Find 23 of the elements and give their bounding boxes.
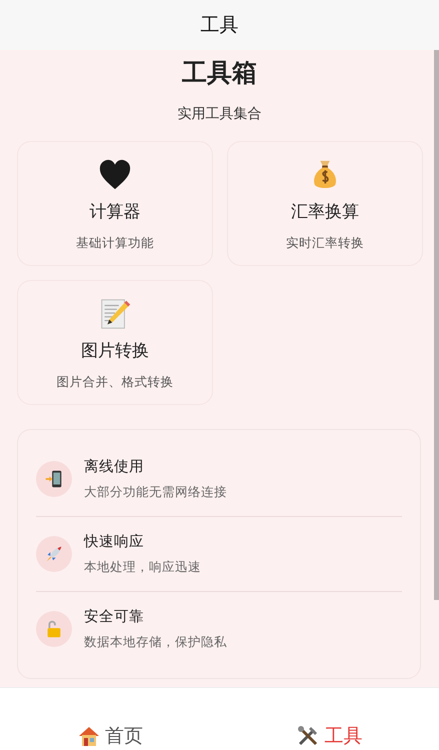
tool-title: 汇率换算 bbox=[291, 201, 359, 223]
toolbox-subtitle: 实用工具集合 bbox=[176, 105, 262, 123]
scrollbar[interactable] bbox=[434, 50, 439, 600]
tool-description: 基础计算功能 bbox=[76, 235, 154, 252]
feature-description: 本地处理，响应迅速 bbox=[84, 559, 201, 576]
feature-description: 数据本地存储，保护隐私 bbox=[84, 634, 227, 651]
tab[interactable]: 首页 bbox=[0, 723, 220, 750]
tool-title: 图片转换 bbox=[81, 340, 149, 362]
feature-description: 大部分功能无需网络连接 bbox=[84, 484, 227, 501]
tool-card[interactable]: 计算器 基础计算功能 bbox=[17, 141, 213, 266]
heart-icon bbox=[98, 158, 132, 192]
feature-title: 安全可靠 bbox=[84, 608, 145, 626]
feature-title: 快速响应 bbox=[84, 532, 145, 551]
tool-card[interactable]: 汇率换算 实时汇率转换 bbox=[227, 141, 423, 266]
page-title: 工具 bbox=[200, 13, 238, 38]
house-icon bbox=[76, 724, 101, 748]
tab[interactable]: 工具 bbox=[220, 723, 439, 750]
toolbox-heading: 工具箱 bbox=[181, 57, 258, 89]
feature-title: 离线使用 bbox=[84, 458, 145, 476]
tool-description: 图片合并、格式转换 bbox=[56, 374, 174, 391]
tool-card[interactable]: 图片转换 图片合并、格式转换 bbox=[17, 280, 213, 405]
tool-title: 计算器 bbox=[90, 201, 140, 223]
tool-description: 实时汇率转换 bbox=[286, 235, 364, 252]
